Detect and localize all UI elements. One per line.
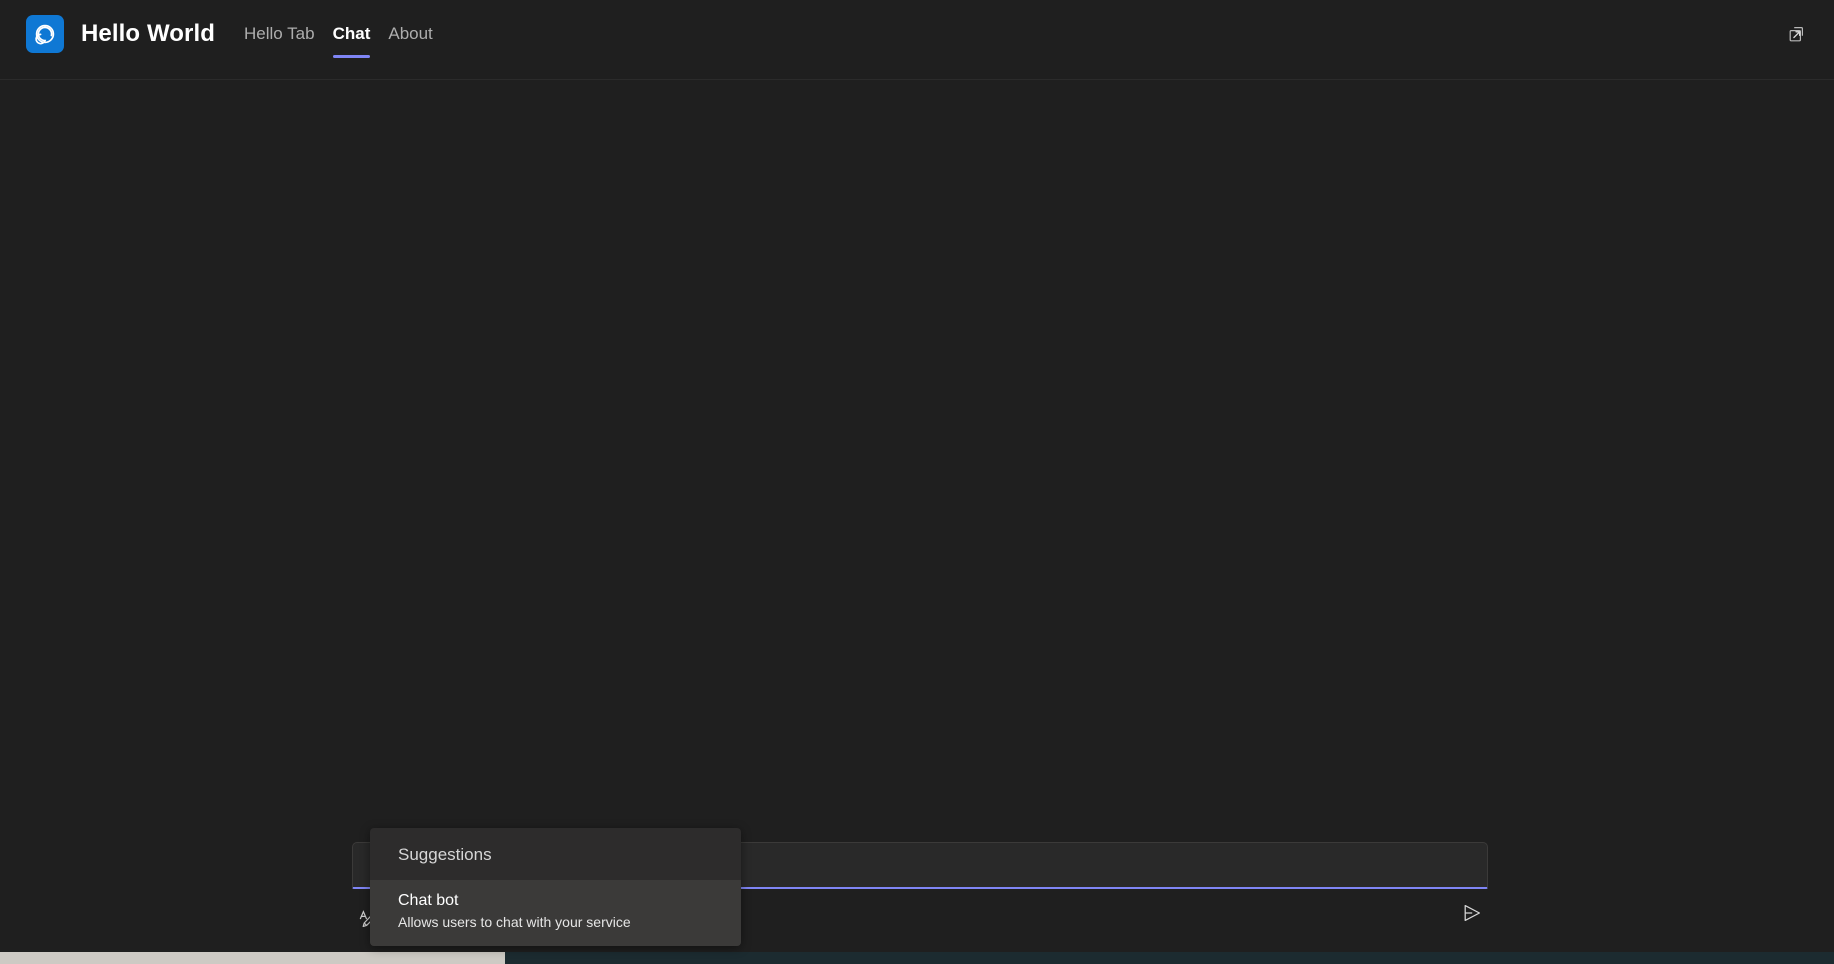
tab-label: Hello Tab [244, 24, 315, 43]
tab-about[interactable]: About [379, 0, 441, 68]
suggestion-item-chat-bot[interactable]: Chat bot Allows users to chat with your … [370, 880, 741, 946]
tab-label: Chat [332, 24, 371, 43]
chat-message-area: Suggestions Chat bot Allows users to cha… [0, 80, 1834, 964]
suggestion-description: Allows users to chat with your service [398, 914, 631, 930]
suggestions-title: Suggestions [398, 845, 492, 864]
app-title: Hello World [81, 20, 215, 47]
tab-hello-tab[interactable]: Hello Tab [235, 0, 324, 68]
horizontal-scrollbar[interactable] [0, 952, 1834, 964]
app-branding: Hello World [0, 0, 215, 68]
suggestions-popup: Suggestions Chat bot Allows users to cha… [370, 828, 741, 946]
app-header: Hello World Hello Tab Chat About [0, 0, 1834, 80]
open-in-new-window-icon[interactable] [1780, 18, 1812, 50]
app-logo-spiral-icon [26, 15, 64, 53]
tab-label: About [388, 24, 433, 43]
send-icon[interactable] [1456, 897, 1488, 929]
compose-area: GIF [0, 842, 1834, 952]
tab-chat[interactable]: Chat [324, 0, 380, 68]
tab-bar: Hello Tab Chat About [235, 0, 442, 80]
header-actions [1780, 0, 1834, 68]
suggestion-name: Chat bot [398, 892, 459, 909]
scrollbar-thumb[interactable] [0, 952, 505, 964]
